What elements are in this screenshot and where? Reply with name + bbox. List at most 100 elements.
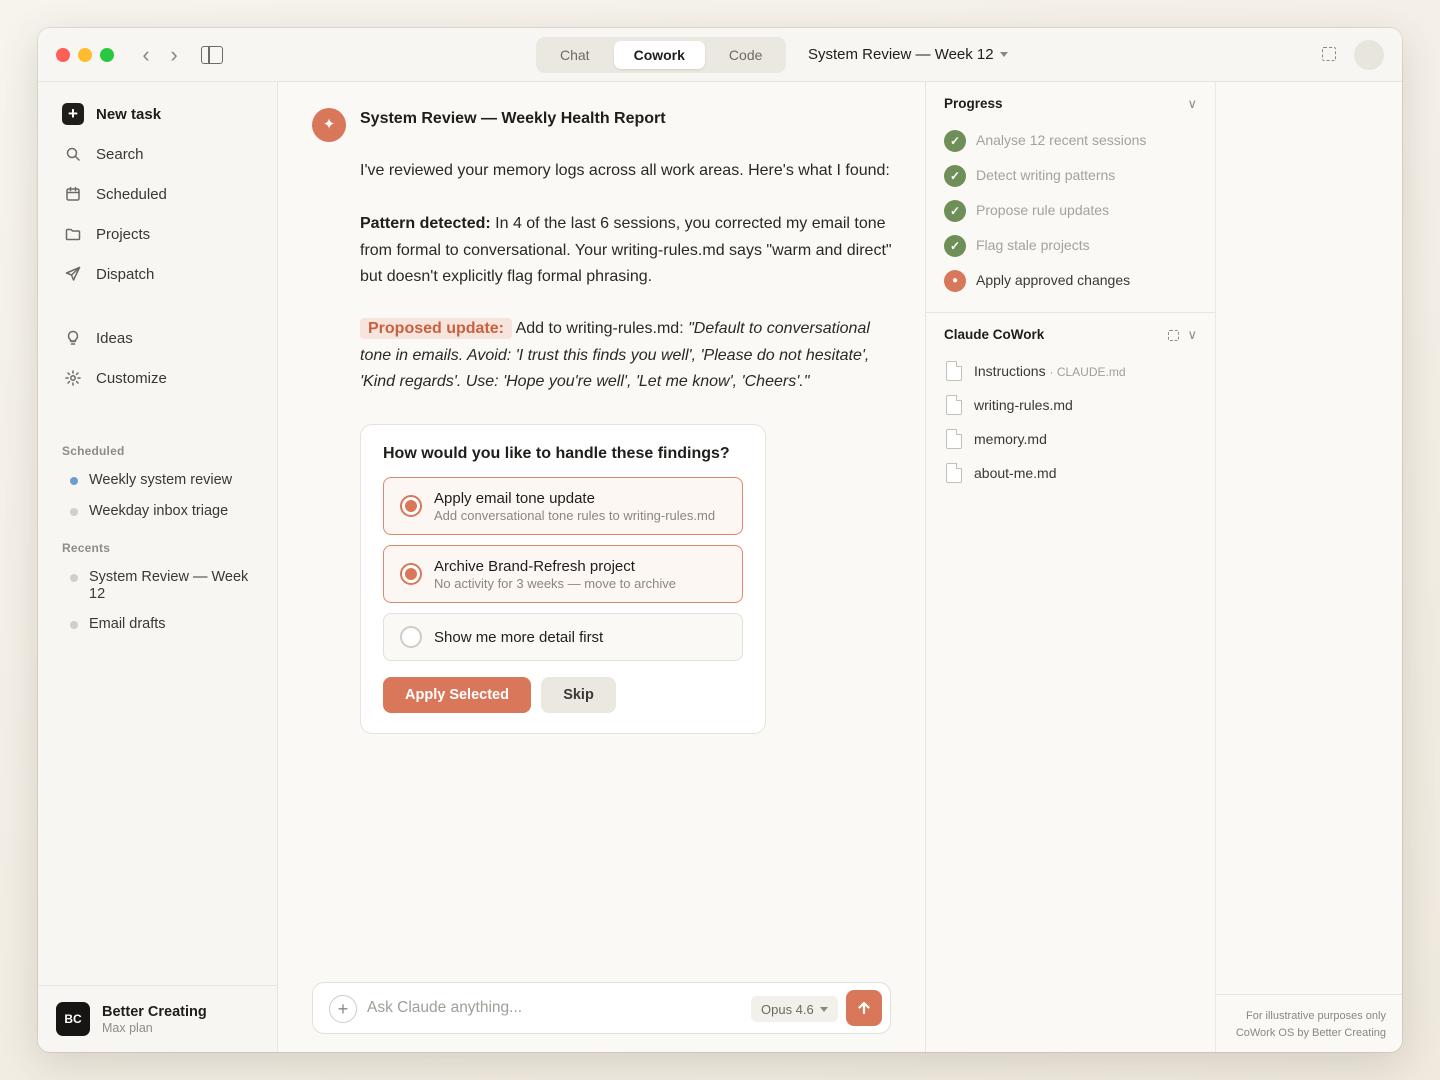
status-dot (70, 574, 78, 582)
recent-item[interactable]: Email drafts (70, 616, 260, 633)
step-label: Propose rule updates (976, 202, 1110, 218)
file-item[interactable]: about-me.md (946, 463, 1056, 483)
sidebar-item-label: Scheduled (96, 185, 167, 203)
document-title-dropdown[interactable]: System Review — Week 12 (808, 46, 1008, 63)
message-input[interactable]: Ask Claude anything... (367, 999, 522, 1017)
apply-selected-button[interactable]: Apply Selected (383, 677, 531, 713)
sidebar: + New task Search Scheduled Projects Dis… (38, 82, 278, 1052)
forward-arrow-icon[interactable]: › (166, 42, 182, 68)
recent-item[interactable]: System Review — Week 12 (70, 569, 260, 603)
history-nav: ‹ › (138, 42, 182, 68)
file-item[interactable]: writing-rules.md (946, 395, 1073, 415)
tab-code[interactable]: Code (709, 41, 782, 69)
sidebar-item-label: Ideas (96, 329, 133, 347)
check-icon: ✓ (944, 200, 966, 222)
option-archive-brand-refresh[interactable]: Archive Brand-Refresh project No activit… (383, 545, 743, 603)
file-name: Instructions (974, 363, 1046, 379)
mode-tabs: Chat Cowork Code (536, 37, 787, 73)
file-item[interactable]: memory.md (946, 429, 1047, 449)
file-icon (946, 395, 962, 415)
scheduled-item-label: Weekday inbox triage (89, 503, 229, 519)
conversation-pane: ✦ System Review — Weekly Health Report I… (278, 82, 926, 1052)
radio-selected-icon[interactable] (400, 563, 422, 585)
account-footer[interactable]: BC Better Creating Max plan (38, 985, 277, 1052)
check-icon: ✓ (944, 165, 966, 187)
new-task-button[interactable]: + New task (62, 102, 161, 126)
sidebar-item-label: Projects (96, 225, 151, 243)
message-title: System Review — Weekly Health Report (360, 110, 666, 127)
app-window: ‹ › Chat Cowork Code System Review — Wee… (38, 28, 1402, 1052)
tab-chat[interactable]: Chat (540, 41, 610, 69)
close-window-button[interactable] (56, 48, 70, 62)
file-name: writing-rules.md (974, 397, 1073, 413)
sidebar-item-label: Search (96, 145, 144, 163)
scheduled-item[interactable]: Weekday inbox triage (70, 503, 260, 520)
attach-plus-icon[interactable]: + (329, 995, 357, 1023)
sidebar-item-scheduled[interactable]: Scheduled (62, 182, 167, 206)
option-title: Apply email tone update (434, 490, 595, 507)
radio-empty-icon[interactable] (400, 626, 422, 648)
sidebar-item-projects[interactable]: Projects (62, 222, 150, 246)
panel-toggle-icon[interactable] (1322, 47, 1336, 61)
file-item[interactable]: Instructions · CLAUDE.md (946, 361, 1126, 381)
proposal-paragraph: Proposed update: Add to writing-rules.md… (360, 316, 900, 396)
send-icon (62, 263, 84, 285)
file-icon (946, 429, 962, 449)
scheduled-section-label: Scheduled (62, 444, 125, 458)
sidebar-item-label: Customize (96, 369, 167, 387)
step-label: Analyse 12 recent sessions (976, 132, 1147, 148)
chevron-down-icon (819, 1006, 828, 1012)
progress-title: Progress (944, 96, 1003, 111)
lightbulb-icon (62, 327, 84, 349)
progress-step: ✓ Flag stale projects (944, 235, 1090, 257)
file-name: memory.md (974, 431, 1047, 447)
gear-icon (62, 367, 84, 389)
proposal-badge: Proposed update: (360, 318, 513, 339)
account-plan: Max plan (102, 1021, 153, 1035)
new-task-label: New task (96, 105, 162, 123)
pattern-label: Pattern detected: (360, 215, 491, 232)
right-panel: Progress ∨ ✓ Analyse 12 recent sessions … (925, 82, 1216, 1052)
footer-line-1: For illustrative purposes only (1245, 1010, 1386, 1022)
radio-selected-icon[interactable] (400, 495, 422, 517)
back-arrow-icon[interactable]: ‹ (138, 42, 154, 68)
option-title: Show me more detail first (434, 629, 604, 646)
sidebar-toggle-icon[interactable] (201, 46, 223, 64)
send-button[interactable] (846, 990, 882, 1026)
footer-line-2: CoWork OS by Better Creating (1235, 1027, 1386, 1039)
option-subtitle: No activity for 3 weeks — move to archiv… (434, 576, 677, 591)
sidebar-item-dispatch[interactable]: Dispatch (62, 262, 154, 286)
assistant-sparkle-icon: ✦ (312, 108, 346, 142)
maximize-window-button[interactable] (100, 48, 114, 62)
expand-icon[interactable] (1168, 329, 1180, 341)
progress-step: ✓ Propose rule updates (944, 200, 1110, 222)
minimize-window-button[interactable] (78, 48, 92, 62)
pattern-paragraph: Pattern detected: In 4 of the last 6 ses… (360, 211, 900, 291)
sidebar-item-search[interactable]: Search (62, 142, 144, 166)
model-label: Opus 4.6 (761, 1001, 814, 1017)
option-subtitle: Add conversational tone rules to writing… (434, 508, 716, 523)
recents-section-label: Recents (62, 541, 111, 555)
files-panel-controls: ∨ (1168, 327, 1197, 343)
option-apply-email-tone[interactable]: Apply email tone update Add conversation… (383, 477, 743, 535)
user-avatar[interactable] (1354, 40, 1384, 70)
plus-icon: + (62, 103, 84, 125)
question-card: How would you like to handle these findi… (360, 424, 766, 734)
sidebar-item-label: Dispatch (96, 265, 155, 283)
sidebar-item-ideas[interactable]: Ideas (62, 326, 133, 350)
tab-cowork[interactable]: Cowork (613, 41, 705, 69)
step-label: Flag stale projects (976, 237, 1090, 253)
illustrative-footer: For illustrative purposes only CoWork OS… (1216, 994, 1402, 1052)
question-text: How would you like to handle these findi… (383, 445, 730, 462)
sidebar-item-customize[interactable]: Customize (62, 366, 167, 390)
option-show-more-detail[interactable]: Show me more detail first (383, 613, 743, 661)
files-collapse-chevron-icon[interactable]: ∨ (1187, 327, 1197, 343)
composer: + Ask Claude anything... Opus 4.6 (312, 982, 891, 1034)
calendar-icon (62, 183, 84, 205)
skip-button[interactable]: Skip (541, 677, 616, 713)
search-icon (62, 143, 84, 165)
status-dot (70, 477, 78, 485)
model-selector[interactable]: Opus 4.6 (751, 996, 838, 1022)
progress-collapse-chevron-icon[interactable]: ∨ (1187, 96, 1197, 112)
scheduled-item[interactable]: Weekly system review (70, 472, 260, 489)
